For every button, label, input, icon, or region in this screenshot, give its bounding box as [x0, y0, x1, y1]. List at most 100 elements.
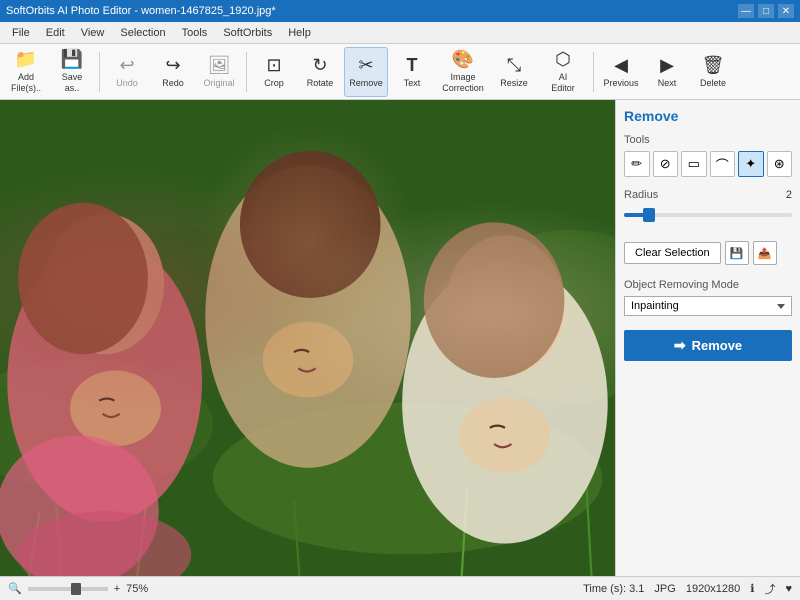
zoom-in-button[interactable]: +: [114, 583, 120, 595]
statusbar: 🔍 + 75% Time (s): 3.1 JPG 1920x1280 ℹ ⤴ …: [0, 576, 800, 600]
original-button[interactable]: 🖼 Original: [197, 47, 241, 97]
maximize-button[interactable]: □: [758, 4, 774, 18]
dimensions-label: 1920x1280: [686, 583, 740, 595]
delete-button[interactable]: 🗑 Delete: [691, 47, 735, 97]
photo-canvas: [0, 100, 615, 576]
close-button[interactable]: ✕: [778, 4, 794, 18]
save-as-label: Save as..: [62, 72, 83, 94]
remove-arrow-icon: ➡: [674, 337, 686, 354]
text-button[interactable]: T Text: [390, 47, 434, 97]
remove-action-button[interactable]: ➡ Remove: [624, 330, 792, 361]
crop-icon: ⊡: [266, 55, 281, 76]
remove-action-label: Remove: [692, 338, 743, 353]
rotate-icon: ↻: [312, 55, 327, 76]
crop-button[interactable]: ⊡ Crop: [252, 47, 296, 97]
lasso-tool[interactable]: ⌒: [710, 151, 736, 177]
next-button[interactable]: ▶ Next: [645, 47, 689, 97]
delete-icon: 🗑: [702, 55, 725, 76]
zoom-out-button[interactable]: 🔍: [8, 582, 22, 595]
remove-icon: ✂: [358, 55, 373, 76]
ai-editor-button[interactable]: ⬡ AI Editor: [538, 47, 588, 97]
slider-thumb[interactable]: [643, 208, 655, 222]
tools-label: Tools: [624, 134, 792, 146]
titlebar: SoftOrbits AI Photo Editor - women-14678…: [0, 0, 800, 22]
crop-label: Crop: [264, 78, 284, 88]
save-as-icon: 💾: [61, 49, 83, 70]
redo-label: Redo: [162, 78, 184, 88]
text-icon: T: [407, 55, 418, 76]
text-label: Text: [404, 78, 421, 88]
undo-label: Undo: [116, 78, 138, 88]
rotate-button[interactable]: ↻ Rotate: [298, 47, 342, 97]
panel-title: Remove: [624, 108, 792, 124]
separator-3: [593, 52, 594, 92]
menu-help[interactable]: Help: [280, 25, 319, 41]
menu-softorbits[interactable]: SoftOrbits: [215, 25, 280, 41]
menu-edit[interactable]: Edit: [38, 25, 73, 41]
eraser-tool[interactable]: ⊘: [653, 151, 679, 177]
toolbar: 📁 Add File(s).. 💾 Save as.. ↩ Undo ↪ Red…: [0, 44, 800, 100]
radius-label: Radius: [624, 189, 658, 201]
rotate-label: Rotate: [307, 78, 334, 88]
tools-row: ✏ ⊘ ▭ ⌒ ✦ ⊛: [624, 151, 792, 177]
title-text: SoftOrbits AI Photo Editor - women-14678…: [6, 5, 276, 17]
menu-view[interactable]: View: [73, 25, 113, 41]
radius-value: 2: [786, 189, 792, 201]
export-selection-button[interactable]: 📤: [753, 241, 777, 265]
menu-selection[interactable]: Selection: [112, 25, 173, 41]
add-files-button[interactable]: 📁 Add File(s)..: [4, 47, 48, 97]
main-area: Remove Tools ✏ ⊘ ▭ ⌒ ✦ ⊛ Radius 2 Clear …: [0, 100, 800, 576]
next-icon: ▶: [660, 55, 674, 76]
canvas-area[interactable]: [0, 100, 615, 576]
zoom-slider[interactable]: [28, 587, 108, 591]
previous-button[interactable]: ◀ Previous: [599, 47, 643, 97]
original-icon: 🖼: [208, 55, 231, 76]
info-icon[interactable]: ℹ: [750, 582, 754, 595]
minimize-button[interactable]: —: [738, 4, 754, 18]
magic-wand-tool[interactable]: ✦: [738, 151, 764, 177]
next-label: Next: [658, 78, 677, 88]
redo-icon: ↪: [165, 55, 180, 76]
share-icon[interactable]: ⤴: [764, 581, 775, 597]
save-as-button[interactable]: 💾 Save as..: [50, 47, 94, 97]
menu-file[interactable]: File: [4, 25, 38, 41]
undo-button[interactable]: ↩ Undo: [105, 47, 149, 97]
clear-selection-button[interactable]: Clear Selection: [624, 242, 721, 264]
image-correction-button[interactable]: 🎨 Image Correction: [436, 47, 490, 97]
clear-selection-row: Clear Selection 💾 📤: [624, 241, 792, 265]
heart-icon[interactable]: ♥: [785, 583, 792, 595]
image-correction-icon: 🎨: [452, 49, 474, 70]
stamp-tool[interactable]: ⊛: [767, 151, 793, 177]
add-files-label: Add File(s)..: [11, 72, 41, 94]
radius-row: Radius 2: [624, 189, 792, 201]
original-label: Original: [203, 78, 234, 88]
image-correction-label: Image Correction: [442, 72, 484, 94]
delete-label: Delete: [700, 78, 726, 88]
ai-editor-icon: ⬡: [555, 49, 571, 70]
status-right: Time (s): 3.1 JPG 1920x1280 ℹ ⤴ ♥: [583, 581, 792, 597]
rectangle-tool[interactable]: ▭: [681, 151, 707, 177]
redo-button[interactable]: ↪ Redo: [151, 47, 195, 97]
export-selection-icon: 📤: [758, 247, 772, 260]
save-selection-button[interactable]: 💾: [725, 241, 749, 265]
menu-tools[interactable]: Tools: [174, 25, 216, 41]
photo-overlay: [0, 100, 615, 576]
remove-button[interactable]: ✂ Remove: [344, 47, 388, 97]
radius-slider[interactable]: [624, 205, 792, 225]
format-label: JPG: [654, 583, 675, 595]
resize-button[interactable]: ⤡ Resize: [492, 47, 536, 97]
remove-label: Remove: [349, 78, 383, 88]
ai-editor-label: AI Editor: [551, 72, 575, 94]
separator-2: [246, 52, 247, 92]
save-selection-icon: 💾: [730, 247, 744, 260]
separator-1: [99, 52, 100, 92]
time-label: Time (s): 3.1: [583, 583, 644, 595]
previous-label: Previous: [603, 78, 638, 88]
resize-label: Resize: [500, 78, 528, 88]
status-left: 🔍 + 75%: [8, 582, 148, 595]
resize-icon: ⤡: [507, 55, 521, 76]
inpainting-dropdown[interactable]: Inpainting Content-Aware Auto: [624, 296, 792, 316]
zoom-thumb[interactable]: [71, 583, 81, 595]
window-controls: — □ ✕: [738, 4, 794, 18]
brush-tool[interactable]: ✏: [624, 151, 650, 177]
